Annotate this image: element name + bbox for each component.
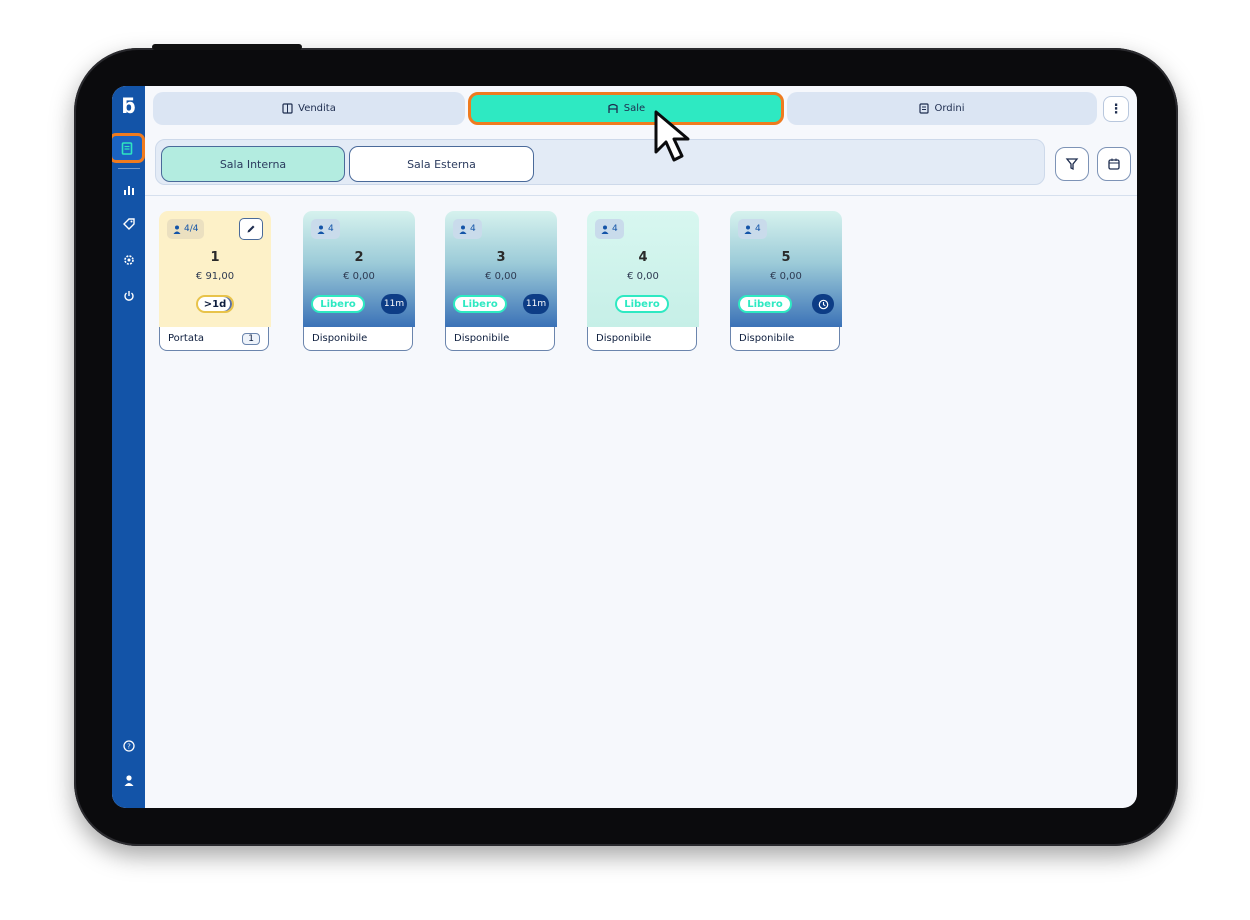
seats-count: 4 [755, 224, 761, 234]
table-status-bar: Disponibile [587, 327, 697, 351]
status-badge: Libero [738, 295, 792, 313]
table-amount: € 0,00 [485, 271, 517, 282]
register-icon [282, 103, 293, 114]
user-profile-icon[interactable] [112, 774, 145, 791]
power-icon [123, 291, 134, 301]
table-number: 3 [496, 250, 506, 265]
table-number: 5 [781, 250, 791, 265]
seats-count: 4/4 [184, 224, 199, 234]
tab-label: Ordini [934, 103, 965, 114]
more-menu-button[interactable]: ⋮ [1103, 96, 1129, 122]
table-card[interactable]: 4/4 1 € 91,00 >1d Portata 1 [159, 211, 271, 353]
tab-label: Sale [623, 103, 646, 114]
sidebar-item-stats[interactable] [112, 176, 145, 204]
seats-badge: 4 [311, 219, 340, 239]
course-count: 1 [242, 332, 260, 345]
table-number: 4 [638, 250, 648, 265]
person-icon [317, 225, 325, 234]
table-card-body: 4 2 € 0,00 Libero 11m [303, 211, 415, 327]
table-card-body: 4/4 1 € 91,00 >1d [159, 211, 271, 327]
tab-vendita[interactable]: Vendita [153, 92, 465, 125]
status-badge: Libero [453, 295, 507, 313]
person-icon [744, 225, 752, 234]
table-card-body: 4 4 € 0,00 Libero [587, 211, 699, 327]
table-card[interactable]: 4 5 € 0,00 Libero Disponibile [730, 211, 842, 353]
status-badge: Libero [615, 295, 669, 313]
table-status-bar: Disponibile [303, 327, 413, 351]
table-status-bar: Disponibile [730, 327, 840, 351]
edit-table-button[interactable] [239, 218, 263, 240]
tablet-top-edge [152, 44, 302, 50]
seats-badge: 4/4 [167, 219, 205, 239]
table-card[interactable]: 4 3 € 0,00 Libero 11m Disponibile [445, 211, 557, 353]
table-card[interactable]: 4 4 € 0,00 Libero Disponibile [587, 211, 699, 353]
question-circle-icon: ? [122, 740, 135, 752]
sidebar-separator [118, 168, 140, 169]
app-logo: ƃ [121, 94, 136, 118]
header-divider [145, 195, 1137, 196]
seats-count: 4 [328, 224, 334, 234]
person-icon [124, 775, 133, 786]
reservation-clock[interactable] [812, 294, 834, 314]
table-status: Disponibile [739, 333, 795, 344]
sidebar: ƃ ? [112, 86, 145, 808]
person-icon [459, 225, 467, 234]
person-icon [173, 225, 181, 234]
seats-badge: 4 [453, 219, 482, 239]
clock-icon [818, 299, 828, 309]
help-icon[interactable]: ? [112, 740, 145, 755]
table-card[interactable]: 4 2 € 0,00 Libero 11m Disponibile [303, 211, 415, 353]
pencil-icon [247, 225, 255, 233]
sidebar-item-promotions[interactable] [112, 210, 145, 238]
tab-sale[interactable]: Sale [468, 92, 784, 125]
seats-count: 4 [612, 224, 618, 234]
calendar-icon [1108, 158, 1120, 170]
table-status: Portata [168, 333, 205, 344]
table-amount: € 0,00 [770, 271, 802, 282]
tab-label: Vendita [298, 103, 336, 114]
mouse-cursor-icon [654, 110, 690, 162]
app-screen: ƃ ? Vendita Sale Ordini ⋮ Sala Interna S… [112, 86, 1137, 808]
calendar-button[interactable] [1097, 147, 1131, 181]
person-icon [601, 225, 609, 234]
svg-text:?: ? [127, 743, 131, 751]
room-tab-sala-interna[interactable]: Sala Interna [161, 146, 345, 182]
sidebar-item-tables[interactable] [112, 133, 145, 163]
table-number: 2 [354, 250, 364, 265]
filter-button[interactable] [1055, 147, 1089, 181]
document-icon [919, 103, 930, 114]
tag-icon [122, 218, 135, 230]
seats-count: 4 [470, 224, 476, 234]
table-status: Disponibile [312, 333, 368, 344]
room-tab-sala-esterna[interactable]: Sala Esterna [349, 146, 534, 182]
table-amount: € 0,00 [343, 271, 375, 282]
table-number: 1 [210, 250, 220, 265]
sidebar-item-settings[interactable] [112, 246, 145, 274]
room-selector-bar: Sala Interna Sala Esterna [155, 139, 1045, 185]
table-amount: € 0,00 [627, 271, 659, 282]
table-card-body: 4 3 € 0,00 Libero 11m [445, 211, 557, 327]
tab-ordini[interactable]: Ordini [787, 92, 1097, 125]
top-navigation: Vendita Sale Ordini ⋮ [153, 92, 1133, 126]
table-status: Disponibile [454, 333, 510, 344]
chair-icon [608, 103, 618, 113]
seats-badge: 4 [738, 219, 767, 239]
table-status: Disponibile [596, 333, 652, 344]
table-status-bar: Portata 1 [159, 327, 269, 351]
table-card-body: 4 5 € 0,00 Libero [730, 211, 842, 327]
table-amount: € 91,00 [195, 271, 235, 282]
elapsed-badge: >1d [196, 295, 234, 313]
table-status-bar: Disponibile [445, 327, 555, 351]
time-pill: 11m [381, 294, 407, 314]
bar-chart-icon [123, 186, 134, 195]
time-pill: 11m [523, 294, 549, 314]
settings-icon [123, 255, 134, 265]
seats-badge: 4 [595, 219, 624, 239]
receipt-icon [121, 141, 133, 155]
status-badge: Libero [311, 295, 365, 313]
sidebar-item-power[interactable] [112, 282, 145, 310]
filter-icon [1065, 158, 1079, 171]
